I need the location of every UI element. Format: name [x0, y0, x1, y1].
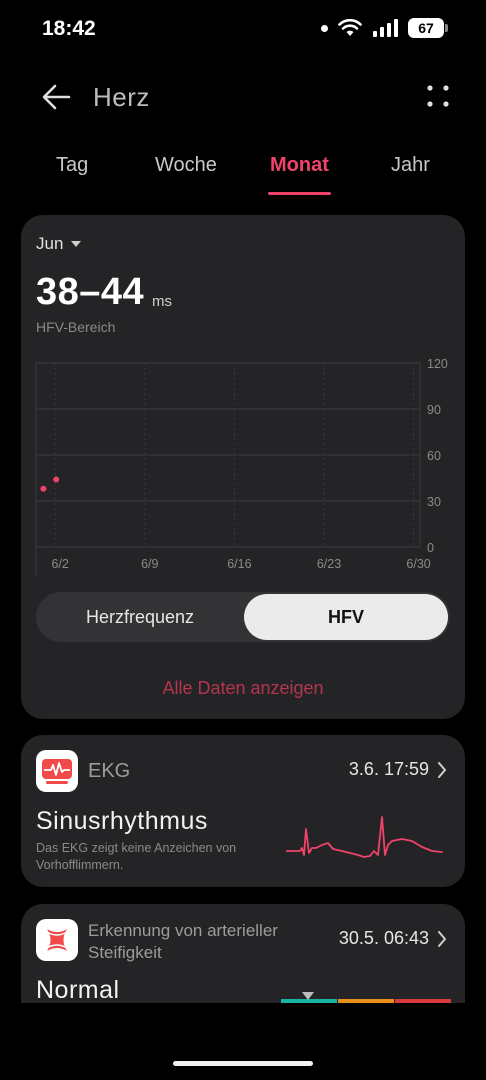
y-tick-label: 30	[427, 495, 441, 509]
y-tick-label: 90	[427, 403, 441, 417]
tab-monat[interactable]: Monat	[270, 154, 329, 177]
chevron-right-icon	[438, 762, 446, 778]
hrv-range-label: HFV-Bereich	[36, 319, 116, 335]
hrv-card: Jun 38–44 ms HFV-Bereich 0 30 60 90 120 6/2 6/…	[21, 215, 465, 719]
period-tabs: Tag Woche Monat Jahr	[0, 154, 486, 198]
wifi-icon	[338, 19, 362, 36]
ekg-waveform	[286, 816, 443, 858]
data-point	[40, 485, 47, 492]
notification-dot-icon	[321, 24, 328, 32]
arterial-stiffness-datetime: 30.5. 06:43	[338, 928, 429, 948]
caret-down-icon	[71, 241, 82, 247]
arterial-stiffness-title: Erkennung von arterieller Steifigkeit	[88, 921, 278, 962]
ekg-card[interactable]: EKG 3.6. 17:59 Sinusrhythmus Das EKG zei…	[21, 735, 465, 887]
x-tick-label: 6/9	[141, 557, 158, 571]
y-tick-label: 60	[427, 449, 441, 463]
ekg-description: Das EKG zeigt keine Anzeichen von Vorhof…	[36, 841, 237, 872]
ekg-title: EKG	[88, 760, 131, 782]
metric-toggle: Herzfrequenz HFV	[36, 592, 450, 642]
ekg-datetime: 3.6. 17:59	[348, 759, 429, 779]
month-selector[interactable]: Jun	[36, 234, 82, 254]
status-icons: 67	[321, 18, 448, 38]
home-indicator[interactable]	[173, 1061, 313, 1066]
hrv-range-unit: ms	[152, 293, 172, 310]
level-marker-icon	[302, 992, 314, 1000]
page-title: Herz	[93, 82, 150, 112]
x-tick-label: 6/16	[227, 557, 251, 571]
x-tick-label: 6/2	[52, 557, 69, 571]
data-point	[53, 476, 60, 483]
signal-icon	[373, 19, 398, 37]
arterial-stiffness-app-icon	[36, 919, 78, 961]
status-bar: 18:42 67	[0, 0, 486, 60]
tab-jahr[interactable]: Jahr	[391, 154, 430, 177]
ekg-app-icon	[36, 750, 78, 792]
level-bar-elevated	[338, 999, 394, 1003]
level-bar-high	[395, 999, 451, 1003]
show-all-data-link[interactable]: Alle Daten anzeigen	[21, 678, 465, 699]
tab-tag[interactable]: Tag	[56, 154, 88, 177]
arterial-stiffness-card[interactable]: Erkennung von arterieller Steifigkeit 30…	[21, 904, 465, 1003]
active-tab-indicator	[268, 192, 331, 195]
hrv-range-value: 38–44	[36, 271, 145, 313]
toggle-herzfrequenz-button[interactable]: Herzfrequenz	[38, 594, 242, 640]
chevron-right-icon	[438, 931, 446, 947]
tab-woche[interactable]: Woche	[155, 154, 217, 177]
x-tick-label: 6/23	[317, 557, 341, 571]
x-tick-label: 6/30	[406, 557, 430, 571]
y-tick-label: 120	[427, 357, 448, 371]
status-time: 18:42	[42, 17, 96, 40]
battery-icon: 67	[408, 18, 448, 38]
toggle-hfv-button[interactable]: HFV	[244, 594, 448, 640]
app-header: Herz	[0, 70, 486, 124]
back-arrow-icon[interactable]	[40, 82, 72, 112]
arterial-stiffness-result: Normal	[36, 976, 120, 1003]
hrv-chart[interactable]: 0 30 60 90 120 6/2 6/9 6/16 6/23 6/30	[21, 353, 465, 583]
more-options-icon[interactable]	[426, 84, 450, 108]
ekg-result: Sinusrhythmus	[36, 807, 208, 835]
month-label: Jun	[36, 234, 64, 253]
y-tick-label: 0	[427, 541, 434, 555]
